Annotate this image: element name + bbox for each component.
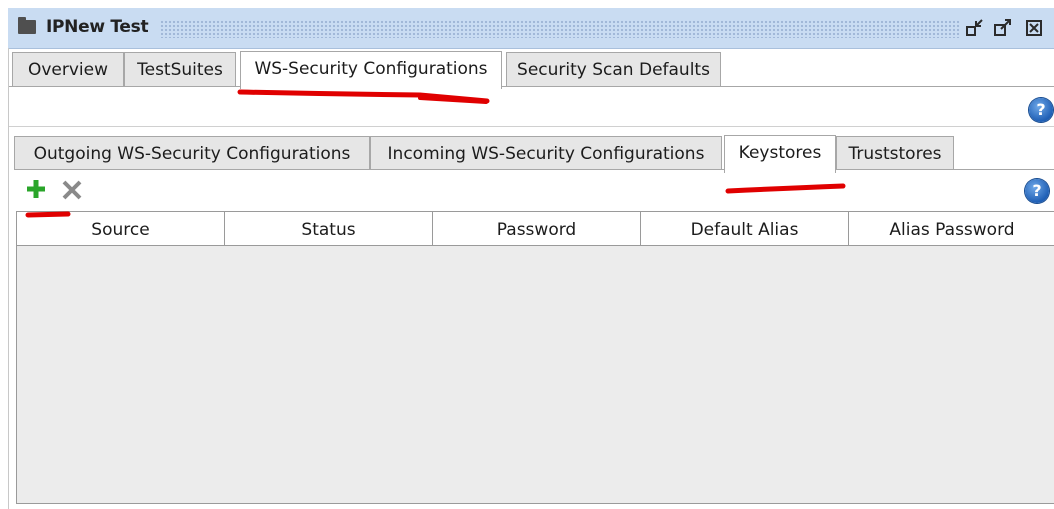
annotation-underlines (25, 89, 846, 218)
tab-label: Keystores (738, 143, 822, 163)
tab-keystores[interactable]: Keystores (724, 135, 836, 173)
annotation-underline-add (25, 211, 71, 218)
tab-ws-security-configurations[interactable]: WS-Security Configurations (240, 51, 502, 89)
annotation-underline-keystores (725, 183, 846, 194)
tab-label: WS-Security Configurations (254, 59, 488, 79)
